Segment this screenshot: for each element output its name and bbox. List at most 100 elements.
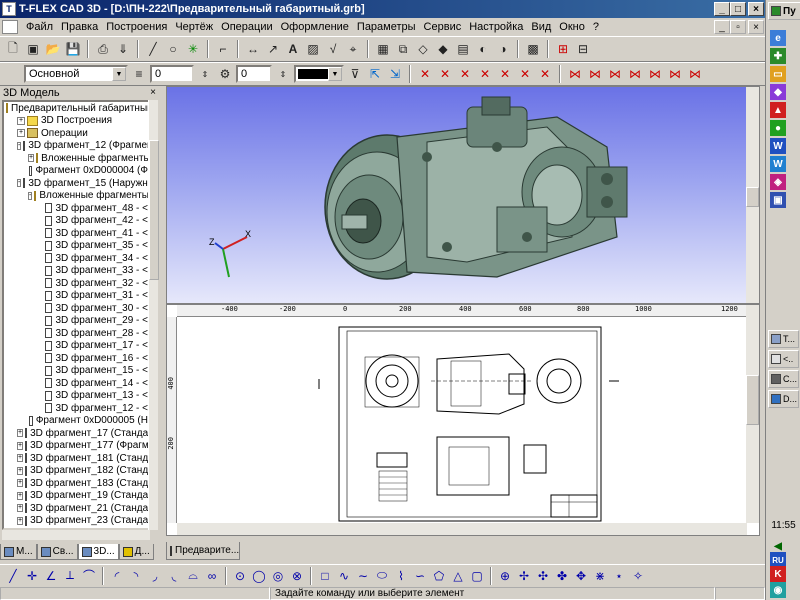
menu-help[interactable]: ? [589, 21, 603, 33]
circle-3-icon[interactable]: ◎ [269, 567, 287, 585]
parameters-icon[interactable]: ⊞ [554, 40, 572, 58]
tab-menu[interactable]: М... [0, 544, 37, 560]
stepper-icon[interactable]: ⇕ [196, 65, 214, 83]
scroll-thumb[interactable] [149, 140, 159, 280]
model-tree[interactable]: Предварительный габаритный.g +3D Построен… [2, 100, 150, 530]
arc-3-icon[interactable]: ◞ [146, 567, 164, 585]
folder-icon[interactable]: ▭ [770, 66, 786, 82]
roughness-icon[interactable]: √ [324, 40, 342, 58]
solid-icon[interactable]: ◆ [434, 40, 452, 58]
menu-settings[interactable]: Настройка [465, 21, 527, 33]
arc-6-icon[interactable]: ∞ [203, 567, 221, 585]
clock[interactable]: 11:55 [768, 520, 799, 531]
tree-item[interactable]: +3D фрагмент_21 (Стандарт [4, 502, 148, 515]
app-icon[interactable]: W [770, 156, 786, 172]
circle-4-icon[interactable]: ⊗ [288, 567, 306, 585]
document-icon[interactable] [2, 20, 18, 34]
3d-vertical-scrollbar[interactable] [746, 87, 759, 303]
snap-4-icon[interactable]: ✕ [476, 65, 494, 83]
tree-item[interactable]: + Операции [4, 127, 148, 140]
task-d[interactable]: D... [768, 390, 799, 408]
circle-1-icon[interactable]: ⊙ [231, 567, 249, 585]
menu-drawing[interactable]: Чертёж [171, 21, 217, 33]
arc-2-icon[interactable]: ◝ [127, 567, 145, 585]
app-icon[interactable]: ◈ [770, 174, 786, 190]
node-5-icon[interactable]: ✥ [572, 567, 590, 585]
properties-icon[interactable]: ⊟ [574, 40, 592, 58]
expand-icon[interactable]: + [17, 491, 24, 500]
grid-1-icon[interactable]: ⋈ [566, 65, 584, 83]
leader-icon[interactable]: ↗ [264, 40, 282, 58]
tree-item[interactable]: 3D фрагмент_42 - < [4, 215, 148, 228]
scroll-thumb[interactable] [746, 375, 759, 425]
menu-window[interactable]: Окно [555, 21, 589, 33]
collapse-icon[interactable]: - [28, 191, 33, 200]
tree-item[interactable]: 3D фрагмент_30 - < [4, 302, 148, 315]
node-2-icon[interactable]: ✢ [515, 567, 533, 585]
tree-item[interactable]: 3D фрагмент_31 - < [4, 290, 148, 303]
collapse-icon[interactable]: - [17, 179, 22, 188]
filter-icon[interactable]: ⊽ [346, 65, 364, 83]
rect-icon[interactable]: □ [316, 567, 334, 585]
calculator-icon[interactable]: ▩ [524, 40, 542, 58]
2d-vertical-scrollbar[interactable] [746, 305, 759, 523]
scroll-thumb[interactable] [746, 187, 759, 207]
tolerance-icon[interactable]: ⌖ [344, 40, 362, 58]
tree-item[interactable]: +3D фрагмент_19 (Стандарт [4, 490, 148, 503]
level-field[interactable]: 0 [150, 65, 194, 83]
menu-operations[interactable]: Операции [217, 21, 276, 33]
3d-viewport[interactable]: X Z [166, 86, 760, 304]
tree-item[interactable]: +3D фрагмент_23 (Стандарт [4, 515, 148, 528]
snap-1-icon[interactable]: ✕ [416, 65, 434, 83]
menu-design[interactable]: Оформление [277, 21, 353, 33]
expand-icon[interactable]: + [17, 516, 24, 525]
task-mail[interactable]: <.. [768, 350, 799, 368]
snap-3-icon[interactable]: ✕ [456, 65, 474, 83]
doc-restore-button[interactable]: ▫ [730, 20, 746, 34]
fragment-icon[interactable]: ⧉ [394, 40, 412, 58]
tab-diagnostics[interactable]: Д... [118, 544, 154, 560]
arc-line-icon[interactable]: ⌒ [80, 567, 98, 585]
curve-icon[interactable]: ∽ [411, 567, 429, 585]
tree-item[interactable]: + Вложенные фрагменты [4, 152, 148, 165]
line-icon[interactable]: ╱ [144, 40, 162, 58]
tree-item[interactable]: -3D фрагмент_15 (Наружн кр [4, 177, 148, 190]
menu-constructions[interactable]: Построения [102, 21, 171, 33]
menu-service[interactable]: Сервис [420, 21, 466, 33]
new-file-icon[interactable]: 🗋 [4, 40, 22, 58]
chevron-down-icon[interactable]: ▼ [328, 67, 342, 81]
expand-icon[interactable]: + [17, 466, 24, 475]
level-icon[interactable]: ≡ [130, 65, 148, 83]
tree-item[interactable]: - Вложенные фрагменты [4, 190, 148, 203]
tree-item[interactable]: +3D фрагмент_182 (Стандарт [4, 465, 148, 478]
tree-item[interactable]: 3D фрагмент_28 - < [4, 327, 148, 340]
print-icon[interactable]: ⎙ [94, 40, 112, 58]
grid-7-icon[interactable]: ⋈ [686, 65, 704, 83]
text-icon[interactable]: A [284, 40, 302, 58]
grid-3-icon[interactable]: ⋈ [606, 65, 624, 83]
select-icon[interactable]: ⇱ [366, 65, 384, 83]
polygon-icon[interactable]: ⬠ [430, 567, 448, 585]
select-all-icon[interactable]: ⇲ [386, 65, 404, 83]
save-icon[interactable]: ▣ [770, 192, 786, 208]
tree-scrollbar[interactable] [148, 100, 159, 530]
spline-2-icon[interactable]: ∼ [354, 567, 372, 585]
grid-4-icon[interactable]: ⋈ [626, 65, 644, 83]
2d-drawing-view[interactable]: -400 -200 0 200 400 600 800 1000 1200 40… [166, 304, 760, 536]
ellipse-icon[interactable]: ⬭ [373, 567, 391, 585]
expand-icon[interactable]: + [28, 154, 35, 163]
grid-2-icon[interactable]: ⋈ [586, 65, 604, 83]
grid-5-icon[interactable]: ⋈ [646, 65, 664, 83]
start-button[interactable]: Пу [768, 2, 800, 20]
priority-field[interactable]: 0 [236, 65, 272, 83]
menu-edit[interactable]: Правка [57, 21, 102, 33]
tree-item[interactable]: 3D фрагмент_29 - < [4, 315, 148, 328]
ie-icon[interactable]: e [770, 30, 786, 46]
arc-1-icon[interactable]: ◜ [108, 567, 126, 585]
node-3-icon[interactable]: ✣ [534, 567, 552, 585]
collapse-icon[interactable]: - [17, 141, 22, 150]
doc-minimize-button[interactable]: _ [714, 20, 730, 34]
expand-icon[interactable]: + [17, 441, 24, 450]
snap-2-icon[interactable]: ✕ [436, 65, 454, 83]
tree-item[interactable]: 3D фрагмент_35 - < [4, 240, 148, 253]
